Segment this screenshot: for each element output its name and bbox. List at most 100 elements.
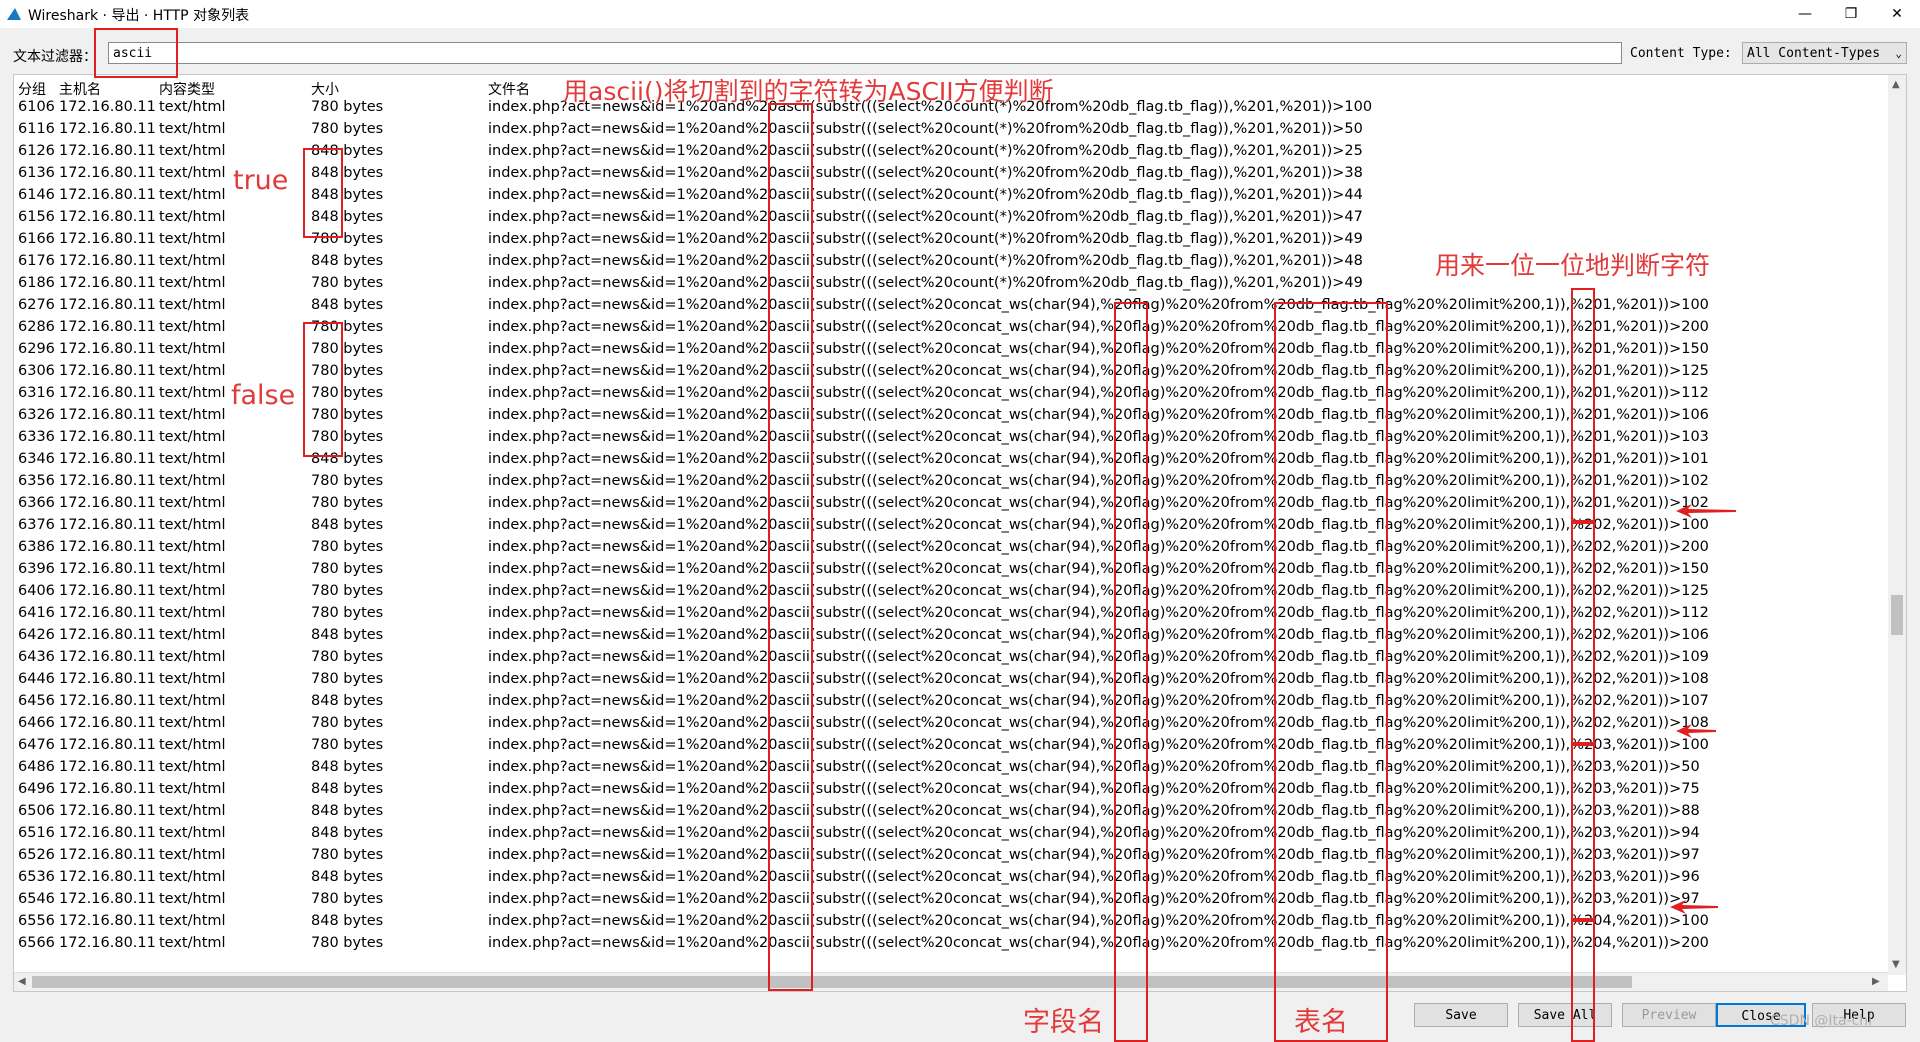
content-type-cell: text/html xyxy=(159,121,226,137)
table-row[interactable]: 6556 172.16.80.11 text/html 848 bytes index.… xyxy=(14,911,1888,933)
scroll-right-icon[interactable]: ▶ xyxy=(1872,976,1880,987)
size-cell: 848 bytes xyxy=(311,781,384,797)
table-row[interactable]: 6446 172.16.80.11 text/html 780 bytes index.… xyxy=(14,669,1888,691)
content-type-cell: text/html xyxy=(159,935,226,951)
table-row[interactable]: 6136 172.16.80.11 text/html 848 bytes index.… xyxy=(14,163,1888,185)
table-row[interactable]: 6366 172.16.80.11 text/html 780 bytes index.… xyxy=(14,493,1888,515)
hostname-cell: 172.16.80.11 xyxy=(59,891,156,907)
filename-cell: index.php?act=news&id=1%20and%20ascii(su… xyxy=(488,869,1700,885)
hostname-cell: 172.16.80.11 xyxy=(59,121,156,137)
filename-cell: index.php?act=news&id=1%20and%20ascii(su… xyxy=(488,781,1700,797)
filename-cell: index.php?act=news&id=1%20and%20ascii(su… xyxy=(488,143,1363,159)
filename-cell: index.php?act=news&id=1%20and%20ascii(su… xyxy=(488,561,1709,577)
maximize-button[interactable]: ❐ xyxy=(1828,0,1874,28)
table-row[interactable]: 6126 172.16.80.11 text/html 848 bytes index.… xyxy=(14,141,1888,163)
close-window-button[interactable]: ✕ xyxy=(1874,0,1920,28)
scroll-down-icon[interactable]: ▼ xyxy=(1892,959,1900,970)
content-type-cell: text/html xyxy=(159,429,226,445)
filename-cell: index.php?act=news&id=1%20and%20ascii(su… xyxy=(488,341,1709,357)
char-position-2-box xyxy=(1571,522,1595,744)
hostname-cell: 172.16.80.11 xyxy=(59,737,156,753)
packet-number-cell: 6376 xyxy=(18,517,55,533)
hostname-cell: 172.16.80.11 xyxy=(59,143,156,159)
preview-button[interactable]: Preview xyxy=(1622,1003,1716,1027)
table-row[interactable]: 6116 172.16.80.11 text/html 780 bytes index.… xyxy=(14,119,1888,141)
packet-number-cell: 6556 xyxy=(18,913,55,929)
column-header-content-type[interactable]: 内容类型 xyxy=(159,79,215,99)
table-row[interactable]: 6376 172.16.80.11 text/html 848 bytes index.… xyxy=(14,515,1888,537)
packet-number-cell: 6416 xyxy=(18,605,55,621)
table-row[interactable]: 6336 172.16.80.11 text/html 780 bytes index.… xyxy=(14,427,1888,449)
table-row[interactable]: 6276 172.16.80.11 text/html 848 bytes index.… xyxy=(14,295,1888,317)
packet-number-cell: 6286 xyxy=(18,319,55,335)
table-row[interactable]: 6386 172.16.80.11 text/html 780 bytes index.… xyxy=(14,537,1888,559)
http-object-list[interactable]: 分组 主机名 内容类型 大小 文件名 6106 172.16.80.11 text/… xyxy=(13,74,1907,992)
packet-number-cell: 6476 xyxy=(18,737,55,753)
content-type-select[interactable]: All Content-Types ⌄ xyxy=(1742,42,1907,64)
table-row[interactable]: 6156 172.16.80.11 text/html 848 bytes index.… xyxy=(14,207,1888,229)
column-header-size[interactable]: 大小 xyxy=(311,79,339,99)
table-row[interactable]: 6486 172.16.80.11 text/html 848 bytes index.… xyxy=(14,757,1888,779)
column-header-packet[interactable]: 分组 xyxy=(18,79,46,99)
text-filter-input[interactable]: ascii xyxy=(108,42,1622,64)
table-row[interactable]: 6466 172.16.80.11 text/html 780 bytes index.… xyxy=(14,713,1888,735)
table-row[interactable]: 6416 172.16.80.11 text/html 780 bytes index.… xyxy=(14,603,1888,625)
filename-cell: index.php?act=news&id=1%20and%20ascii(su… xyxy=(488,363,1709,379)
column-header-hostname[interactable]: 主机名 xyxy=(59,79,101,99)
content-type-cell: text/html xyxy=(159,495,226,511)
table-row[interactable]: 6476 172.16.80.11 text/html 780 bytes index.… xyxy=(14,735,1888,757)
hostname-cell: 172.16.80.11 xyxy=(59,231,156,247)
table-row[interactable]: 6406 172.16.80.11 text/html 780 bytes index.… xyxy=(14,581,1888,603)
table-row[interactable]: 6566 172.16.80.11 text/html 780 bytes index.… xyxy=(14,933,1888,955)
filename-cell: index.php?act=news&id=1%20and%20ascii(su… xyxy=(488,803,1700,819)
content-type-cell: text/html xyxy=(159,297,226,313)
table-row[interactable]: 6286 172.16.80.11 text/html 780 bytes index.… xyxy=(14,317,1888,339)
table-row[interactable]: 6516 172.16.80.11 text/html 848 bytes index.… xyxy=(14,823,1888,845)
packet-number-cell: 6396 xyxy=(18,561,55,577)
scroll-left-icon[interactable]: ◀ xyxy=(18,976,26,987)
table-row[interactable]: 6356 172.16.80.11 text/html 780 bytes index.… xyxy=(14,471,1888,493)
table-row[interactable]: 6346 172.16.80.11 text/html 848 bytes index.… xyxy=(14,449,1888,471)
table-row[interactable]: 6436 172.16.80.11 text/html 780 bytes index.… xyxy=(14,647,1888,669)
table-row[interactable]: 6526 172.16.80.11 text/html 780 bytes index.… xyxy=(14,845,1888,867)
scroll-up-icon[interactable]: ▲ xyxy=(1892,79,1900,90)
table-row[interactable]: 6536 172.16.80.11 text/html 848 bytes index.… xyxy=(14,867,1888,889)
packet-number-cell: 6276 xyxy=(18,297,55,313)
packet-number-cell: 6316 xyxy=(18,385,55,401)
table-row[interactable]: 6396 172.16.80.11 text/html 780 bytes index.… xyxy=(14,559,1888,581)
column-header-filename[interactable]: 文件名 xyxy=(488,79,530,99)
table-row[interactable]: 6496 172.16.80.11 text/html 848 bytes index.… xyxy=(14,779,1888,801)
content-type-cell: text/html xyxy=(159,561,226,577)
packet-number-cell: 6326 xyxy=(18,407,55,423)
table-row[interactable]: 6296 172.16.80.11 text/html 780 bytes index.… xyxy=(14,339,1888,361)
table-row[interactable]: 6146 172.16.80.11 text/html 848 bytes index.… xyxy=(14,185,1888,207)
packet-number-cell: 6436 xyxy=(18,649,55,665)
horizontal-scrollbar[interactable]: ◀ ▶ xyxy=(14,972,1888,991)
horizontal-scroll-thumb[interactable] xyxy=(32,976,1632,988)
vertical-scrollbar[interactable]: ▲ ▼ xyxy=(1888,75,1906,975)
save-button[interactable]: Save xyxy=(1414,1003,1508,1027)
table-row[interactable]: 6546 172.16.80.11 text/html 780 bytes index.… xyxy=(14,889,1888,911)
minimize-button[interactable]: — xyxy=(1782,0,1828,28)
content-type-cell: text/html xyxy=(159,451,226,467)
content-type-cell: text/html xyxy=(159,891,226,907)
table-name-box xyxy=(1274,302,1388,1042)
filename-cell: index.php?act=news&id=1%20and%20ascii(su… xyxy=(488,759,1700,775)
packet-number-cell: 6306 xyxy=(18,363,55,379)
content-type-cell: text/html xyxy=(159,209,226,225)
packet-number-cell: 6456 xyxy=(18,693,55,709)
size-cell: 780 bytes xyxy=(311,495,384,511)
filename-cell: index.php?act=news&id=1%20and%20ascii(su… xyxy=(488,935,1709,951)
packet-number-cell: 6386 xyxy=(18,539,55,555)
hostname-cell: 172.16.80.11 xyxy=(59,341,156,357)
filename-cell: index.php?act=news&id=1%20and%20ascii(su… xyxy=(488,737,1709,753)
vertical-scroll-thumb[interactable] xyxy=(1891,595,1903,635)
field-name-box xyxy=(1114,302,1148,1042)
table-row[interactable]: 6426 172.16.80.11 text/html 848 bytes index.… xyxy=(14,625,1888,647)
size-cell: 780 bytes xyxy=(311,847,384,863)
table-row[interactable]: 6456 172.16.80.11 text/html 848 bytes index.… xyxy=(14,691,1888,713)
save-all-button[interactable]: Save All xyxy=(1518,1003,1612,1027)
hostname-cell: 172.16.80.11 xyxy=(59,935,156,951)
table-row[interactable]: 6506 172.16.80.11 text/html 848 bytes index.… xyxy=(14,801,1888,823)
hostname-cell: 172.16.80.11 xyxy=(59,671,156,687)
